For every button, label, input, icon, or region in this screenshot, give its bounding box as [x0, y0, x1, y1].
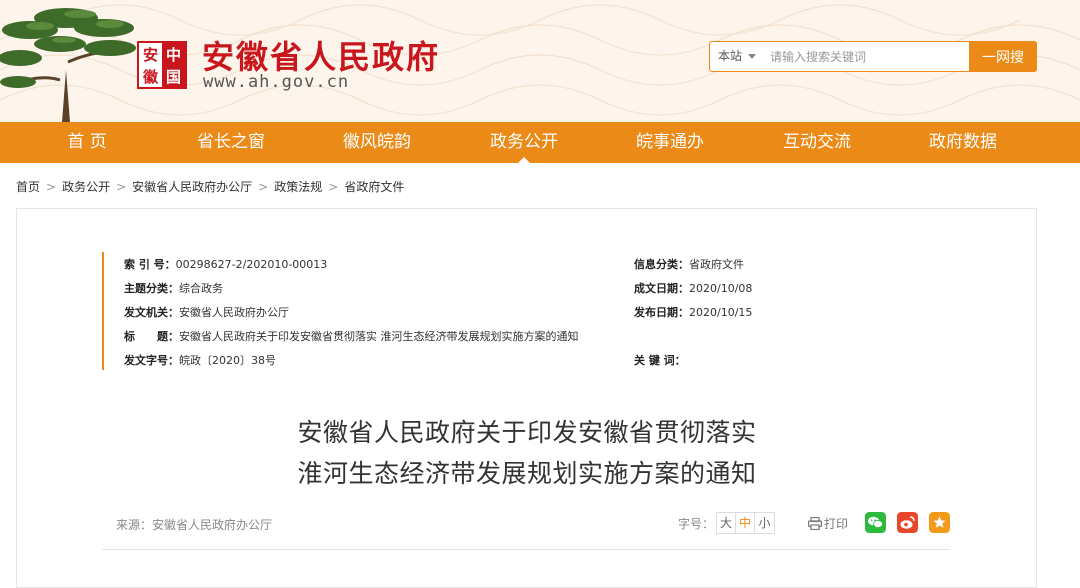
meta-key: 发文字号：: [124, 354, 179, 367]
meta-value: 皖政〔2020〕38号: [179, 354, 276, 367]
font-size-small-button[interactable]: 小: [755, 513, 774, 533]
meta-docno: 发文字号：皖政〔2020〕38号: [124, 352, 276, 368]
chevron-right-icon: >: [258, 180, 269, 194]
meta-value: 2020/10/08: [689, 282, 753, 295]
meta-topic: 主题分类：综合政务: [124, 280, 223, 296]
weibo-icon[interactable]: [897, 512, 918, 533]
search-dropdown-icon: [748, 54, 757, 59]
meta-created: 成文日期：2020/10/08: [634, 280, 752, 296]
pine-tree-icon: [0, 8, 136, 122]
nav-item-interaction[interactable]: 互动交流: [752, 122, 882, 163]
nav-item-home[interactable]: 首 页: [22, 122, 152, 163]
nav-item-data[interactable]: 政府数据: [898, 122, 1028, 163]
chevron-right-icon: >: [116, 180, 127, 194]
favorite-icon[interactable]: [929, 512, 950, 533]
site-header: 安 中 徽 国 安徽省人民政府 www.ah.gov.cn 本站 一网搜: [0, 0, 1080, 122]
document-metadata: 索 引 号：00298627-2/202010-00013 主题分类：综合政务 …: [102, 252, 962, 370]
meta-index: 索 引 号：00298627-2/202010-00013: [124, 256, 327, 272]
meta-value: 00298627-2/202010-00013: [175, 258, 328, 271]
document-title: 安徽省人民政府关于印发安徽省贯彻落实 淮河生态经济带发展规划实施方案的通知: [0, 412, 1054, 494]
breadcrumb-link[interactable]: 政策法规: [274, 180, 322, 194]
meta-value: 综合政务: [179, 282, 223, 295]
search-input[interactable]: [770, 46, 970, 67]
search-box: 本站 一网搜: [709, 41, 1037, 72]
font-size-large-button[interactable]: 大: [717, 513, 736, 533]
meta-value: 安徽省人民政府关于印发安徽省贯彻落实 淮河生态经济带发展规划实施方案的通知: [179, 330, 579, 343]
breadcrumb: 首页 > 政务公开 > 安徽省人民政府办公厅 > 政策法规 > 省政府文件: [16, 178, 404, 195]
meta-key: 主题分类：: [124, 282, 179, 295]
document-title-line: 淮河生态经济带发展规划实施方案的通知: [297, 459, 757, 488]
font-size-switcher: 大 中 小: [716, 512, 775, 534]
seal-char: 国: [162, 65, 185, 87]
meta-value: 安徽省人民政府办公厅: [179, 306, 289, 319]
meta-value: 2020/10/15: [689, 306, 753, 319]
meta-key: 标 题：: [124, 330, 179, 343]
breadcrumb-link[interactable]: 首页: [16, 180, 40, 194]
main-nav: 首 页 省长之窗 徽风皖韵 政务公开 皖事通办 互动交流 政府数据: [0, 122, 1080, 163]
document-title-line: 安徽省人民政府关于印发安徽省贯彻落实: [297, 418, 757, 447]
meta-category: 信息分类：省政府文件: [634, 256, 744, 272]
meta-key: 成文日期：: [634, 282, 689, 295]
meta-key: 索 引 号：: [124, 258, 176, 271]
nav-item-gov-affairs[interactable]: 政务公开: [459, 122, 589, 163]
divider: [102, 549, 950, 550]
search-scope-dropdown[interactable]: 本站: [718, 42, 757, 71]
breadcrumb-link[interactable]: 政务公开: [62, 180, 110, 194]
document-source: 来源：安徽省人民政府办公厅: [116, 518, 273, 532]
meta-key: 关 键 词：: [634, 354, 686, 367]
wechat-icon[interactable]: [865, 512, 886, 533]
meta-key: 发文机关：: [124, 306, 179, 319]
meta-published: 发布日期：2020/10/15: [634, 304, 752, 320]
font-size-medium-button[interactable]: 中: [736, 513, 755, 533]
seal-char: 徽: [142, 67, 158, 86]
nav-item-culture[interactable]: 徽风皖韵: [312, 122, 442, 163]
breadcrumb-link[interactable]: 安徽省人民政府办公厅: [132, 180, 252, 194]
seal-char: 安: [142, 45, 158, 64]
seal-char: 中: [162, 43, 185, 65]
breadcrumb-link[interactable]: 省政府文件: [344, 180, 404, 194]
print-button[interactable]: 打印: [808, 515, 848, 532]
font-size-label: 字号：: [678, 517, 715, 531]
print-label: 打印: [824, 517, 849, 531]
printer-icon: [808, 516, 823, 531]
meta-keywords: 关 键 词：: [634, 352, 686, 368]
search-button[interactable]: 一网搜: [969, 41, 1037, 72]
chevron-right-icon: >: [328, 180, 339, 194]
meta-value: 省政府文件: [689, 258, 744, 271]
meta-issuer: 发文机关：安徽省人民政府办公厅: [124, 304, 289, 320]
chevron-right-icon: >: [46, 180, 57, 194]
nav-item-governor[interactable]: 省长之窗: [166, 122, 296, 163]
meta-key: 信息分类：: [634, 258, 689, 271]
nav-item-services[interactable]: 皖事通办: [605, 122, 735, 163]
meta-key: 发布日期：: [634, 306, 689, 319]
government-seal-logo[interactable]: 安 中 徽 国: [137, 41, 187, 89]
meta-title: 标 题：安徽省人民政府关于印发安徽省贯彻落实 淮河生态经济带发展规划实施方案的通…: [124, 328, 579, 344]
search-scope-label: 本站: [718, 49, 743, 63]
site-url: www.ah.gov.cn: [203, 72, 350, 92]
